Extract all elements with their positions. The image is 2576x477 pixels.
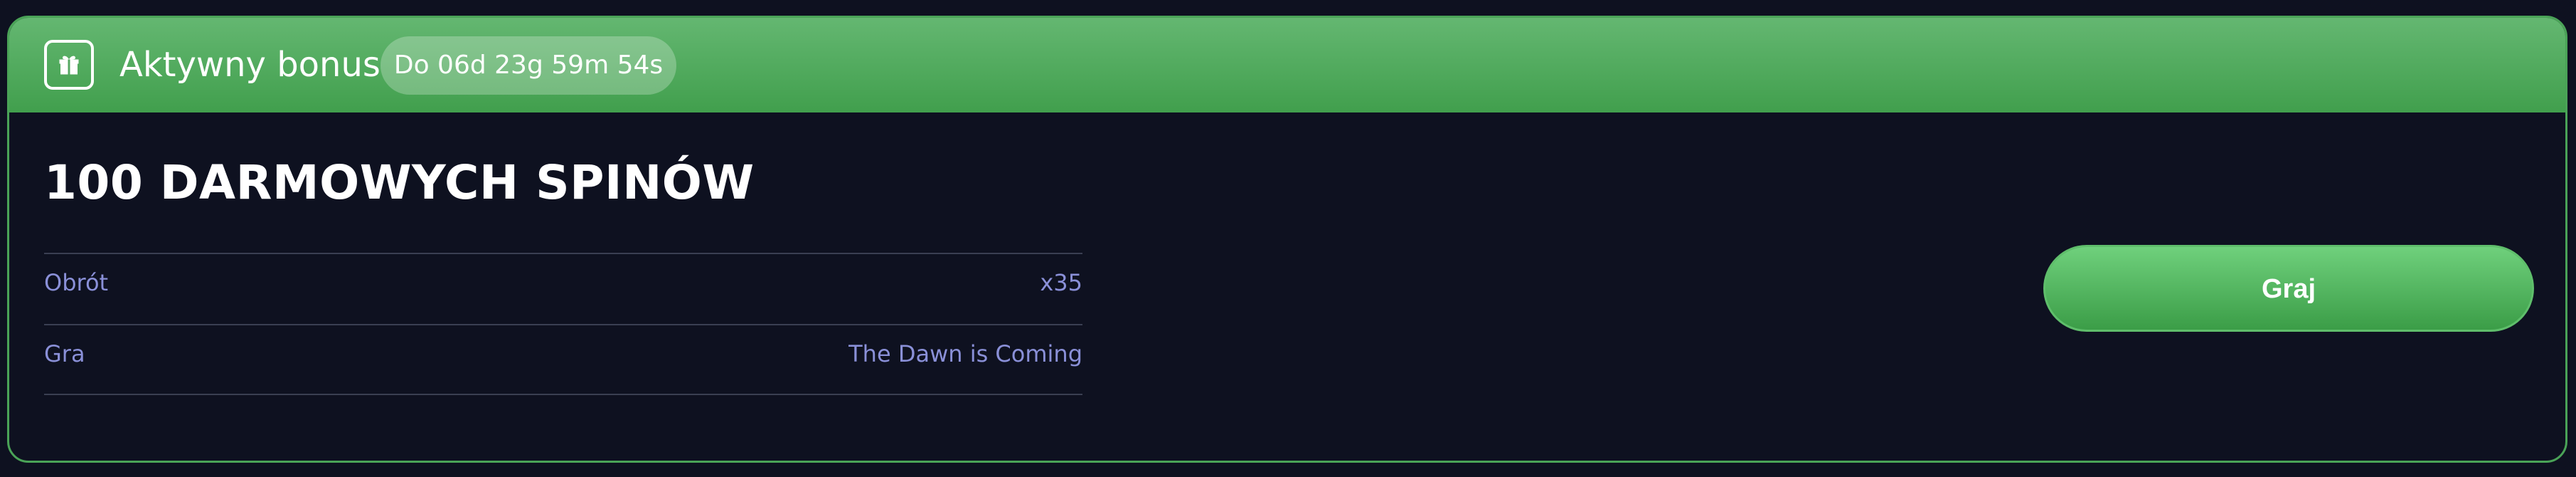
play-button[interactable]: Graj: [2043, 245, 2534, 332]
gift-icon-svg: [59, 56, 79, 75]
wagering-label: Obrót: [44, 269, 109, 296]
bonus-header: Aktywny bonus Do 06d 23g 59m 54s: [9, 18, 2565, 112]
bonus-details-list: Obrót x35 Gra The Dawn is Coming: [44, 253, 1082, 395]
header-title: Aktywny bonus: [119, 45, 380, 85]
active-bonus-card: Aktywny bonus Do 06d 23g 59m 54s 100 DAR…: [7, 16, 2567, 463]
game-value: The Dawn is Coming: [848, 340, 1082, 367]
bonus-title: 100 DARMOWYCH SPINÓW: [44, 155, 755, 210]
wagering-value: x35: [1040, 269, 1082, 296]
game-label: Gra: [44, 340, 85, 367]
bonus-timer-badge: Do 06d 23g 59m 54s: [380, 36, 676, 95]
detail-row-wagering: Obrót x35: [44, 253, 1082, 324]
detail-row-game: Gra The Dawn is Coming: [44, 324, 1082, 395]
gift-icon: [44, 40, 94, 90]
